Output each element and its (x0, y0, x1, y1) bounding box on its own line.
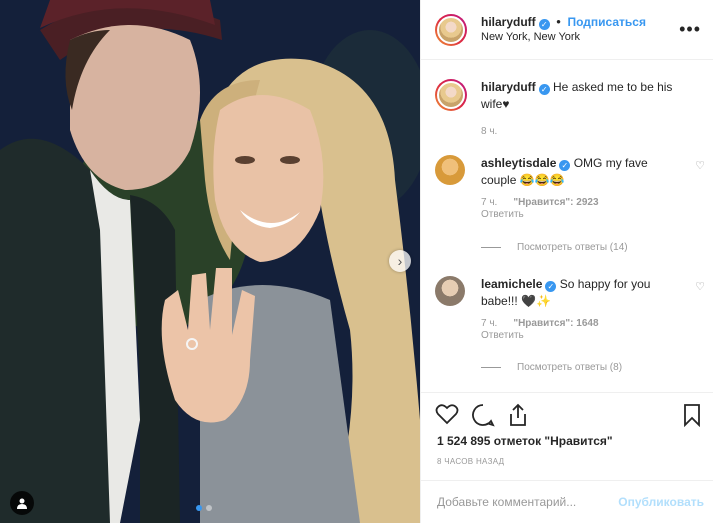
add-comment-bar: Опубликовать (421, 480, 713, 523)
separator-dot: • (556, 14, 561, 29)
author-avatar[interactable] (435, 13, 467, 46)
tagged-users-button[interactable] (10, 491, 34, 515)
verified-badge-icon: ✓ (538, 84, 550, 95)
couple-photo (0, 0, 420, 523)
caption-avatar[interactable] (435, 79, 467, 111)
posted-time[interactable]: 8 ЧАСОВ НАЗАД (437, 457, 504, 466)
post-caption: hilaryduff ✓ He asked me to be his wife♥ … (435, 79, 701, 140)
comment-icon[interactable] (471, 403, 495, 427)
commenter-username[interactable]: leamichele (481, 277, 542, 291)
caption-username[interactable]: hilaryduff (481, 80, 536, 94)
commenter-avatar[interactable] (435, 276, 465, 306)
more-options-icon[interactable]: ••• (679, 19, 701, 40)
verified-badge-icon: ✓ (538, 19, 550, 30)
publish-button[interactable]: Опубликовать (618, 495, 704, 509)
post-sidebar: hilaryduff ✓ • Подписаться New York, New … (420, 0, 713, 523)
commenter-avatar[interactable] (435, 155, 465, 185)
comment-like-heart-icon[interactable]: ♡ (695, 159, 705, 172)
comment-likes[interactable]: "Нравится": 2923 (513, 197, 598, 208)
comment-time[interactable]: 7 ч. (481, 197, 497, 208)
next-photo-button[interactable]: › (389, 250, 411, 272)
user-icon (17, 498, 27, 509)
comment-item: leamichele ✓ So happy for you babe!!! 🖤✨ … (435, 276, 705, 342)
comment-item: ashleytisdale ✓ OMG my fave couple 😂😂😂 7 … (435, 155, 705, 221)
view-replies-button[interactable]: Посмотреть ответы (8) (481, 362, 622, 373)
commenter-username[interactable]: ashleytisdale (481, 156, 556, 170)
carousel-indicator (196, 505, 212, 511)
verified-badge-icon: ✓ (559, 160, 571, 171)
instagram-post: › hilaryduff ✓ • Подписаться New York, Ne… (0, 0, 713, 523)
reply-button[interactable]: Ответить (481, 209, 671, 221)
verified-badge-icon: ✓ (545, 281, 557, 292)
comment-like-heart-icon[interactable]: ♡ (695, 280, 705, 293)
share-icon[interactable] (507, 403, 529, 427)
location-link[interactable]: New York, New York (481, 30, 679, 45)
view-replies-label: Посмотреть ответы (8) (517, 362, 623, 373)
comments-section[interactable]: hilaryduff ✓ He asked me to be his wife♥ … (421, 61, 713, 392)
view-replies-button[interactable]: Посмотреть ответы (14) (481, 242, 628, 253)
post-actions: 1 524 895 отметок "Нравится" 8 ЧАСОВ НАЗ… (421, 392, 713, 480)
caption-time[interactable]: 8 ч. (481, 123, 691, 140)
comment-time[interactable]: 7 ч. (481, 318, 497, 329)
bookmark-icon[interactable] (683, 403, 701, 427)
carousel-dot (206, 505, 212, 511)
author-username[interactable]: hilaryduff (481, 15, 536, 29)
heart-icon[interactable] (435, 403, 459, 425)
reply-button[interactable]: Ответить (481, 330, 671, 342)
likes-count[interactable]: 1 524 895 отметок "Нравится" (437, 434, 613, 448)
follow-button[interactable]: Подписаться (567, 15, 645, 29)
post-photo[interactable]: › (0, 0, 420, 523)
carousel-dot-active (196, 505, 202, 511)
view-replies-label: Посмотреть ответы (14) (517, 242, 628, 253)
comment-likes[interactable]: "Нравится": 1648 (513, 318, 598, 329)
comment-input[interactable] (437, 495, 619, 509)
chevron-right-icon: › (397, 253, 403, 269)
post-header: hilaryduff ✓ • Подписаться New York, New … (421, 0, 713, 60)
